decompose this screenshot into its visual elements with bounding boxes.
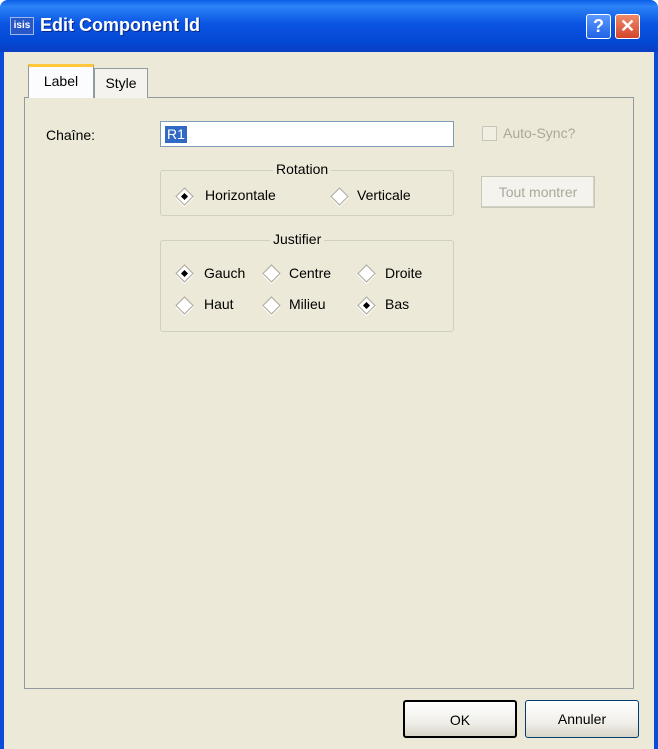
radio-centre[interactable] bbox=[262, 264, 281, 283]
string-input[interactable]: R1 bbox=[160, 121, 454, 147]
cancel-button[interactable]: Annuler bbox=[525, 700, 639, 738]
isis-app-icon: isis bbox=[10, 17, 34, 35]
ok-button[interactable]: OK bbox=[403, 700, 517, 738]
radio-milieu[interactable] bbox=[262, 296, 281, 315]
radio-horizontale[interactable] bbox=[175, 187, 194, 206]
justify-group bbox=[160, 240, 454, 332]
close-button[interactable]: ✕ bbox=[615, 14, 640, 39]
show-all-button[interactable]: Tout montrer bbox=[481, 176, 595, 208]
string-label: Chaîne: bbox=[46, 127, 96, 143]
radio-bas-label: Bas bbox=[385, 296, 410, 312]
radio-droite-label: Droite bbox=[385, 265, 423, 281]
auto-sync-checkbox[interactable] bbox=[482, 126, 497, 141]
radio-gauche-label: Gauch bbox=[204, 265, 246, 281]
justify-legend: Justifier bbox=[270, 231, 325, 247]
auto-sync-label: Auto-Sync? bbox=[503, 125, 576, 141]
radio-verticale[interactable] bbox=[330, 187, 349, 206]
radio-haut[interactable] bbox=[175, 296, 194, 315]
radio-horizontale-label: Horizontale bbox=[205, 187, 276, 203]
radio-milieu-label: Milieu bbox=[289, 296, 326, 312]
rotation-legend: Rotation bbox=[273, 161, 332, 177]
radio-verticale-label: Verticale bbox=[357, 187, 411, 203]
tab-label[interactable]: Label bbox=[28, 64, 94, 98]
radio-centre-label: Centre bbox=[289, 265, 332, 281]
string-input-value: R1 bbox=[165, 126, 187, 143]
help-button[interactable]: ? bbox=[586, 14, 611, 39]
radio-bas[interactable] bbox=[357, 296, 376, 315]
tab-style[interactable]: Style bbox=[94, 68, 148, 98]
edit-component-dialog: isis Edit Component Id ? ✕ Label Style C… bbox=[0, 0, 658, 749]
title-bar[interactable]: isis Edit Component Id ? ✕ bbox=[0, 0, 658, 52]
radio-haut-label: Haut bbox=[204, 296, 234, 312]
dialog-title: Edit Component Id bbox=[40, 15, 200, 35]
radio-droite[interactable] bbox=[357, 264, 376, 283]
radio-gauche[interactable] bbox=[175, 264, 194, 283]
